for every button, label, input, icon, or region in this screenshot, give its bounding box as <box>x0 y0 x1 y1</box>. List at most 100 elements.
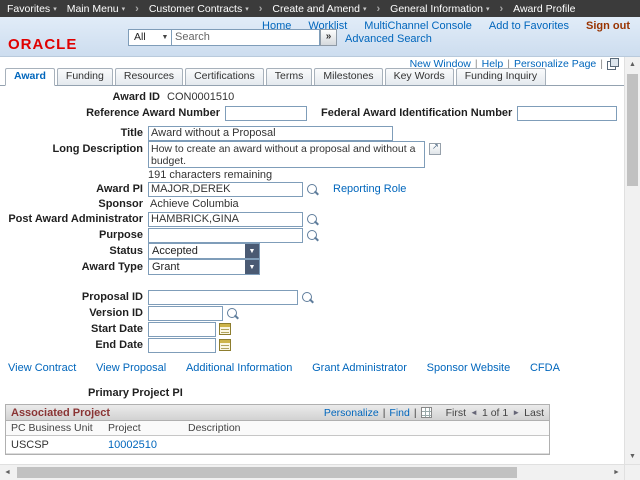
award-pi-lookup-icon[interactable] <box>306 183 319 196</box>
view-proposal-link[interactable]: View Proposal <box>96 362 166 375</box>
horizontal-scrollbar-thumb[interactable] <box>17 467 517 478</box>
menu-customer-contracts[interactable]: Customer Contracts▾ <box>149 3 249 15</box>
award-id-label: Award ID <box>0 91 165 103</box>
tab-terms[interactable]: Terms <box>266 68 313 85</box>
menu-general-information[interactable]: General Information▾ <box>390 3 489 15</box>
post-award-administrator-lookup-icon[interactable] <box>306 213 319 226</box>
proposal-id-lookup-icon[interactable] <box>301 291 314 304</box>
post-award-administrator-row: Post Award Administrator <box>0 211 624 227</box>
view-contract-link[interactable]: View Contract <box>8 362 76 375</box>
award-pi-input[interactable] <box>148 182 303 197</box>
sponsor-value: Achieve Columbia <box>148 198 239 210</box>
menu-create-and-amend[interactable]: Create and Amend▾ <box>272 3 366 15</box>
status-dropdown[interactable]: Accepted▼ <box>148 243 260 259</box>
horizontal-scrollbar[interactable]: ◄ ► <box>0 464 624 480</box>
calendar-icon[interactable] <box>219 323 231 335</box>
table-header-row: PC Business Unit Project Description <box>6 421 549 436</box>
primary-project-pi-label: Primary Project PI <box>88 387 624 401</box>
project-link[interactable]: 10002510 <box>108 439 157 451</box>
search-scope-select[interactable]: All▼ <box>128 29 172 46</box>
breadcrumb-separator-icon: › <box>376 3 380 15</box>
view-all-grid-icon[interactable] <box>421 407 432 418</box>
federal-award-identification-number-input[interactable] <box>517 106 617 121</box>
dropdown-arrow-icon[interactable]: ▼ <box>245 260 259 274</box>
column-description: Description <box>183 421 549 436</box>
calendar-icon[interactable] <box>219 339 231 351</box>
chevron-down-icon: ▾ <box>363 5 367 13</box>
next-row-icon[interactable]: ► <box>512 408 520 417</box>
post-award-administrator-input[interactable] <box>148 212 303 227</box>
expand-editor-icon[interactable] <box>429 143 441 155</box>
reference-award-number-input[interactable] <box>225 106 307 121</box>
tab-key-words[interactable]: Key Words <box>385 68 454 85</box>
scroll-left-icon[interactable]: ◄ <box>0 465 15 480</box>
tab-funding-inquiry[interactable]: Funding Inquiry <box>456 68 546 85</box>
scroll-up-icon[interactable]: ▲ <box>625 57 640 72</box>
end-date-input[interactable] <box>148 338 216 353</box>
federal-award-identification-number-label: Federal Award Identification Number <box>321 107 517 119</box>
associated-project-grid: Associated Project Personalize | Find | … <box>5 404 550 455</box>
reference-award-number-label: Reference Award Number <box>0 107 225 119</box>
proposal-id-row: Proposal ID <box>0 289 624 305</box>
pager-first-label: First <box>446 407 466 419</box>
proposal-id-label: Proposal ID <box>0 291 148 303</box>
add-to-favorites-link[interactable]: Add to Favorites <box>489 20 569 32</box>
column-pc-business-unit: PC Business Unit <box>6 421 103 436</box>
previous-row-icon[interactable]: ◄ <box>470 408 478 417</box>
reporting-role-link[interactable]: Reporting Role <box>333 183 406 195</box>
oracle-logo: ORACLE <box>8 36 77 53</box>
version-id-input[interactable] <box>148 306 223 321</box>
menu-main-menu[interactable]: Main Menu▾ <box>67 3 125 15</box>
end-date-row: End Date <box>0 337 624 353</box>
end-date-label: End Date <box>0 339 148 351</box>
scroll-right-icon[interactable]: ► <box>609 465 624 480</box>
tab-resources[interactable]: Resources <box>115 68 183 85</box>
long-description-textarea[interactable]: How to create an award without a proposa… <box>148 141 425 168</box>
additional-information-link[interactable]: Additional Information <box>186 362 292 375</box>
sponsor-website-link[interactable]: Sponsor Website <box>427 362 511 375</box>
breadcrumb-separator-icon: › <box>259 3 263 15</box>
award-pi-label: Award PI <box>0 183 148 195</box>
status-label: Status <box>0 245 148 257</box>
header-links: Home Worklist MultiChannel Console Add t… <box>262 20 630 32</box>
scroll-down-icon[interactable]: ▼ <box>625 449 640 464</box>
sign-out-link[interactable]: Sign out <box>586 20 630 32</box>
sponsor-row: Sponsor Achieve Columbia <box>0 197 624 211</box>
chevron-down-icon: ▾ <box>245 5 249 13</box>
vertical-scrollbar[interactable]: ▲ ▼ <box>624 57 640 464</box>
find-link[interactable]: Find <box>389 407 409 419</box>
column-project: Project <box>103 421 183 436</box>
breadcrumb-separator-icon: › <box>499 3 503 15</box>
grant-administrator-link[interactable]: Grant Administrator <box>312 362 407 375</box>
cfda-link[interactable]: CFDA <box>530 362 560 375</box>
chevron-down-icon: ▾ <box>53 5 57 13</box>
version-id-row: Version ID <box>0 305 624 321</box>
application-window: Favorites▾ Main Menu▾ › Customer Contrac… <box>0 0 640 480</box>
home-link[interactable]: Home <box>262 20 291 32</box>
start-date-row: Start Date <box>0 321 624 337</box>
tab-milestones[interactable]: Milestones <box>314 68 382 85</box>
multichannel-console-link[interactable]: MultiChannel Console <box>364 20 472 32</box>
tab-award[interactable]: Award <box>5 68 55 86</box>
copy-url-icon[interactable] <box>607 58 618 69</box>
vertical-scrollbar-thumb[interactable] <box>627 74 638 186</box>
tab-certifications[interactable]: Certifications <box>185 68 264 85</box>
dropdown-arrow-icon[interactable]: ▼ <box>245 244 259 258</box>
header: ORACLE All▼ » Advanced Search Home Workl… <box>0 17 640 57</box>
title-input[interactable] <box>148 126 393 141</box>
version-id-label: Version ID <box>0 307 148 319</box>
menu-favorites[interactable]: Favorites▾ <box>7 3 57 15</box>
proposal-id-input[interactable] <box>148 290 298 305</box>
chevron-down-icon: ▼ <box>159 34 171 41</box>
start-date-input[interactable] <box>148 322 216 337</box>
award-type-dropdown[interactable]: Grant▼ <box>148 259 260 275</box>
page-body: New Window| Help| Personalize Page| Awar… <box>0 57 624 464</box>
version-id-lookup-icon[interactable] <box>226 307 239 320</box>
personalize-link[interactable]: Personalize <box>324 407 379 419</box>
worklist-link[interactable]: Worklist <box>308 20 347 32</box>
status-row: Status Accepted▼ <box>0 243 624 259</box>
advanced-search-link[interactable]: Advanced Search <box>345 33 432 45</box>
tab-funding[interactable]: Funding <box>57 68 113 85</box>
purpose-input[interactable] <box>148 228 303 243</box>
purpose-lookup-icon[interactable] <box>306 229 319 242</box>
